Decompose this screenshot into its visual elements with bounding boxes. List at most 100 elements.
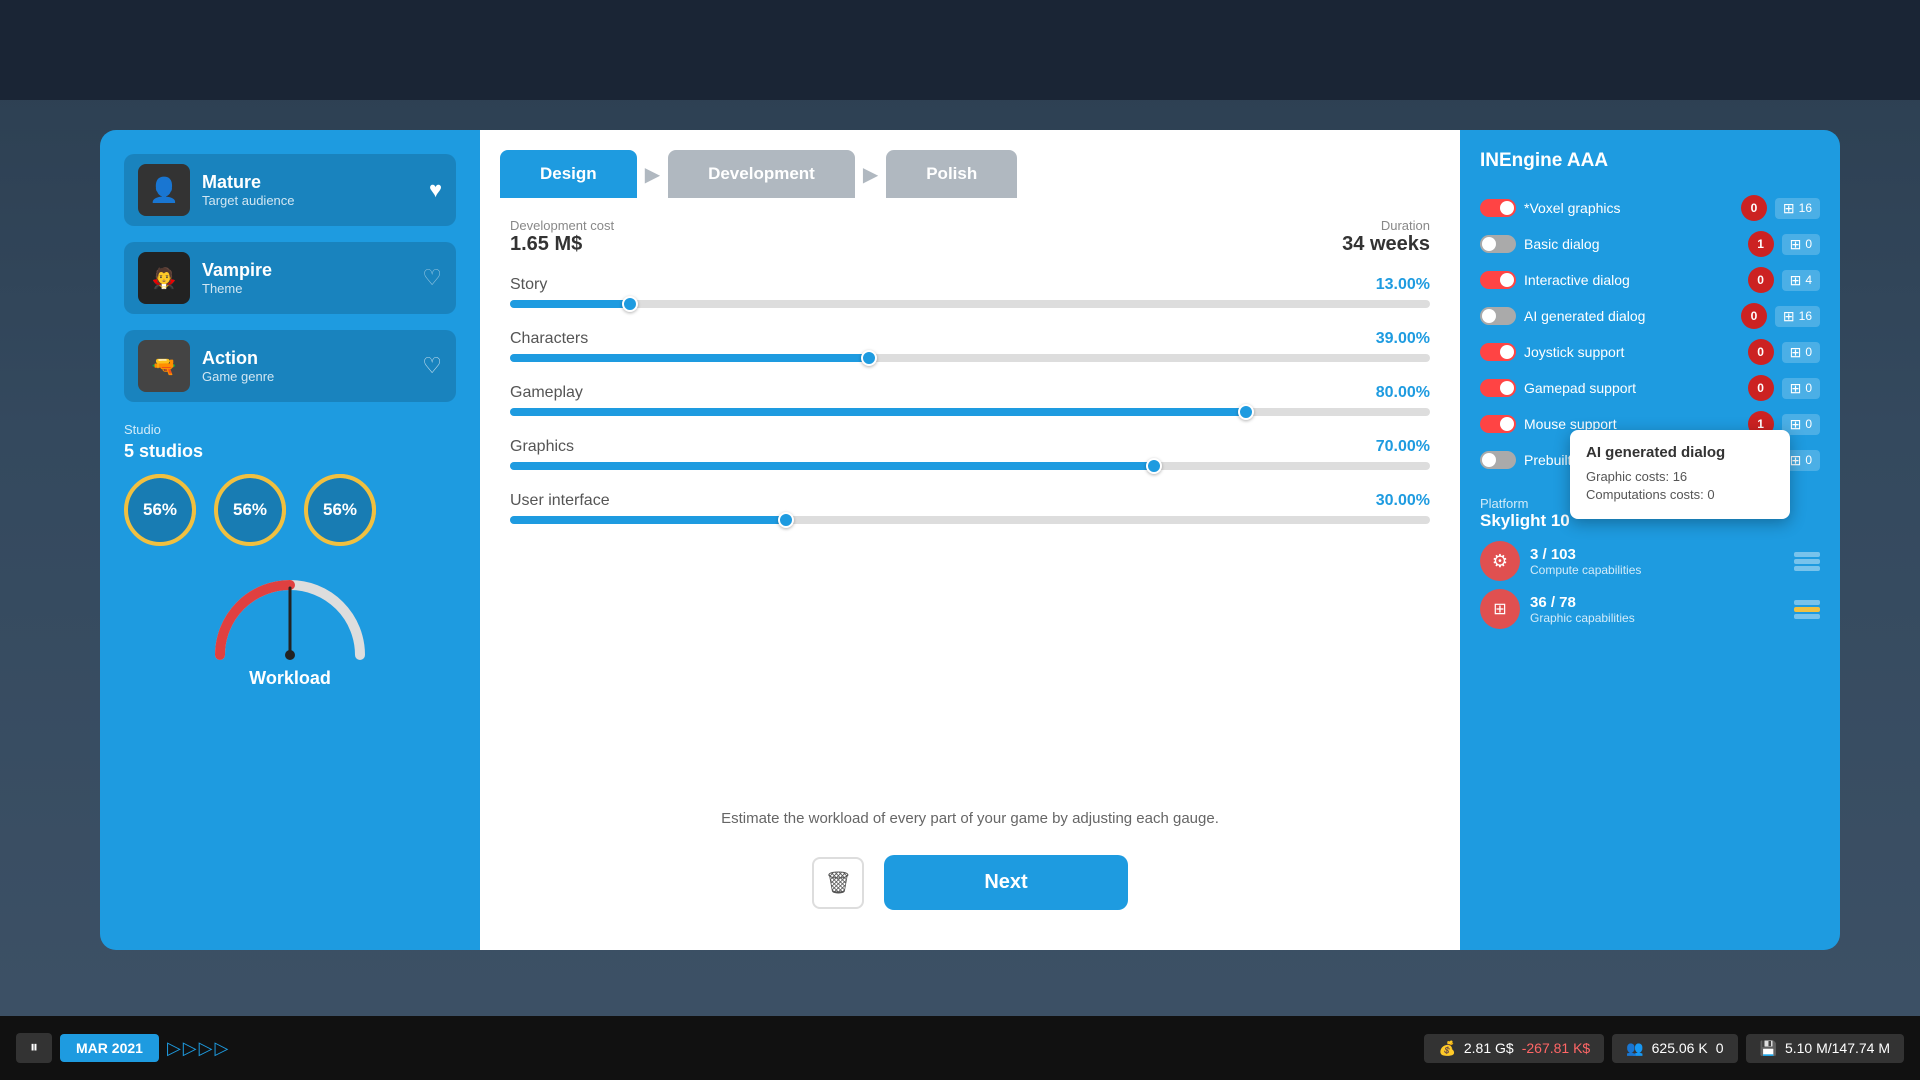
graphics-bar-3: [1794, 614, 1820, 619]
pause-button[interactable]: ⏸: [16, 1033, 52, 1063]
slider-thumb-2[interactable]: [1238, 404, 1254, 420]
slider-header-0: Story 13.00%: [510, 276, 1430, 294]
left-panel: 👤 Mature Target audience ♥ 🧛 Vampire The…: [100, 130, 480, 950]
slider-fill-1: [510, 354, 869, 362]
audience-title: Mature: [202, 172, 442, 193]
toggle-6[interactable]: [1480, 415, 1516, 433]
stat1-value: 625.06 K: [1652, 1040, 1708, 1056]
studio-circle-2: 56%: [214, 474, 286, 546]
theme-heart[interactable]: ♡: [422, 265, 442, 291]
slider-thumb-4[interactable]: [778, 512, 794, 528]
slider-fill-3: [510, 462, 1154, 470]
slider-value-2: 80.00%: [1376, 384, 1430, 402]
engine-feature-5: Gamepad support 0 ⊞0: [1480, 370, 1820, 406]
compute-bar-2: [1794, 559, 1820, 564]
compute-label: Compute capabilities: [1530, 563, 1784, 577]
badge-grid-5: ⊞0: [1782, 378, 1820, 399]
badge-grid-2: ⊞4: [1782, 270, 1820, 291]
next-button[interactable]: Next: [884, 855, 1127, 910]
engine-feature-3: AI generated dialog 0 ⊞16: [1480, 298, 1820, 334]
feature-name-1: Basic dialog: [1524, 236, 1740, 252]
compute-icon: ⚙: [1480, 541, 1520, 581]
audience-text: Mature Target audience: [202, 172, 442, 208]
audience-heart[interactable]: ♥: [429, 177, 442, 203]
taskbar-stat1: 👥 625.06 K 0: [1612, 1034, 1737, 1063]
graphics-label: Graphic capabilities: [1530, 611, 1784, 625]
main-overlay: 👤 Mature Target audience ♥ 🧛 Vampire The…: [100, 130, 1840, 950]
studio-circles: 56% 56% 56%: [124, 474, 456, 546]
dev-cost-label: Development cost: [510, 218, 614, 233]
toggle-0[interactable]: [1480, 199, 1516, 217]
feature-name-5: Gamepad support: [1524, 380, 1740, 396]
slider-track-1[interactable]: [510, 354, 1430, 362]
studio-label: Studio: [124, 422, 456, 437]
trash-button[interactable]: 🗑: [812, 857, 864, 909]
taskbar-stat2: 💾 5.10 M/147.74 M: [1746, 1034, 1905, 1063]
slider-fill-0: [510, 300, 630, 308]
duration-block: Duration 34 weeks: [1342, 218, 1430, 256]
slider-header-1: Characters 39.00%: [510, 330, 1430, 348]
badge-grid-0: ⊞16: [1775, 198, 1820, 219]
badge-red-5: 0: [1748, 375, 1774, 401]
slider-track-3[interactable]: [510, 462, 1430, 470]
compute-capability: ⚙ 3 / 103 Compute capabilities: [1480, 541, 1820, 581]
slider-thumb-0[interactable]: [622, 296, 638, 312]
slider-thumb-3[interactable]: [1146, 458, 1162, 474]
taskbar-speed[interactable]: ▷▷▷▷: [167, 1038, 230, 1059]
slider-fill-4: [510, 516, 786, 524]
graphics-capability: ⊞ 36 / 78 Graphic capabilities: [1480, 589, 1820, 629]
audience-card[interactable]: 👤 Mature Target audience ♥: [124, 154, 456, 226]
workload-section: Workload: [124, 570, 456, 689]
genre-icon: 🔫: [138, 340, 190, 392]
genre-heart[interactable]: ♡: [422, 353, 442, 379]
slider-value-3: 70.00%: [1376, 438, 1430, 456]
stat1-extra: 0: [1716, 1040, 1724, 1056]
compute-values: 3 / 103: [1530, 546, 1784, 563]
feature-name-0: *Voxel graphics: [1524, 200, 1733, 216]
theme-subtitle: Theme: [202, 281, 442, 296]
duration-value: 34 weeks: [1342, 233, 1430, 256]
studio-circle-3: 56%: [304, 474, 376, 546]
center-panel: Design ▶ Development ▶ Polish Developmen…: [480, 130, 1460, 950]
slider-name-1: Characters: [510, 330, 588, 348]
center-content: Development cost 1.65 M$ Duration 34 wee…: [480, 198, 1460, 950]
workload-gauge: [210, 570, 370, 660]
badge-grid-1: ⊞0: [1782, 234, 1820, 255]
slider-track-2[interactable]: [510, 408, 1430, 416]
graphics-values: 36 / 78: [1530, 594, 1784, 611]
tab-design[interactable]: Design: [500, 150, 637, 198]
toggle-2[interactable]: [1480, 271, 1516, 289]
tab-development[interactable]: Development: [668, 150, 855, 198]
badge-grid-4: ⊞0: [1782, 342, 1820, 363]
badge-red-4: 0: [1748, 339, 1774, 365]
graphics-icon: ⊞: [1480, 589, 1520, 629]
slider-row-story: Story 13.00%: [510, 276, 1430, 308]
tooltip-popup: AI generated dialog Graphic costs: 16 Co…: [1570, 430, 1790, 519]
slider-track-4[interactable]: [510, 516, 1430, 524]
graphics-bars: [1794, 600, 1820, 619]
genre-card[interactable]: 🔫 Action Game genre ♡: [124, 330, 456, 402]
toggle-3[interactable]: [1480, 307, 1516, 325]
tab-polish[interactable]: Polish: [886, 150, 1017, 198]
slider-name-2: Gameplay: [510, 384, 583, 402]
toggle-7[interactable]: [1480, 451, 1516, 469]
tab-arrow-2: ▶: [855, 150, 886, 198]
feature-name-2: Interactive dialog: [1524, 272, 1740, 288]
money-value: 2.81 G$: [1464, 1040, 1514, 1056]
engine-title: INEngine AAA: [1480, 150, 1820, 172]
compute-bar-1: [1794, 552, 1820, 557]
graphics-bar-2: [1794, 607, 1820, 612]
toggle-1[interactable]: [1480, 235, 1516, 253]
toggle-4[interactable]: [1480, 343, 1516, 361]
toggle-5[interactable]: [1480, 379, 1516, 397]
slider-thumb-1[interactable]: [861, 350, 877, 366]
theme-card[interactable]: 🧛 Vampire Theme ♡: [124, 242, 456, 314]
graphics-bar-1: [1794, 600, 1820, 605]
theme-text: Vampire Theme: [202, 260, 442, 296]
slider-track-0[interactable]: [510, 300, 1430, 308]
estimate-text: Estimate the workload of every part of y…: [510, 810, 1430, 827]
slider-name-0: Story: [510, 276, 547, 294]
studio-section: Studio 5 studios 56% 56% 56%: [124, 422, 456, 546]
duration-label: Duration: [1342, 218, 1430, 233]
studio-circle-1: 56%: [124, 474, 196, 546]
